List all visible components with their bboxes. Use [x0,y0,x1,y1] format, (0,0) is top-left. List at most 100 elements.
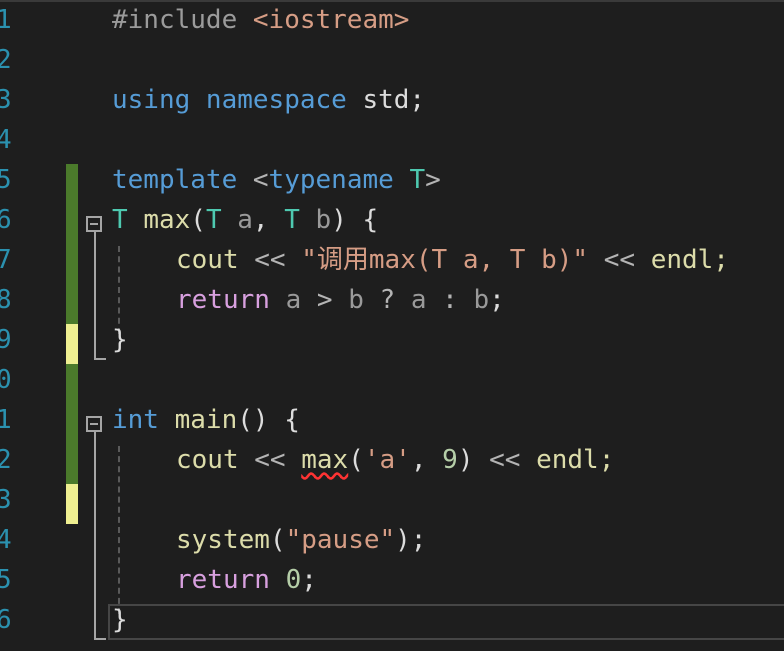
code-token: ) [457,445,490,475]
line-number: 6 [0,605,12,635]
code-line[interactable]: 2 cout << max('a', 9) << endl; [0,440,784,480]
code-token: namespace [205,85,363,115]
code-text: cout << "调用max(T a, T b)" << endl; [176,244,729,276]
code-token: b [473,285,490,315]
code-token: "调用max(T a, T b)" [301,245,589,275]
code-token: endl; [536,445,615,475]
code-line[interactable]: 1 int main() { [0,400,784,440]
line-number: 1 [0,405,12,435]
code-token: : [442,285,474,315]
line-number: 4 [0,125,12,155]
line-number: 5 [0,565,12,595]
code-token: typename [268,165,410,195]
code-token: std; [362,85,426,115]
code-token: << [254,245,302,275]
line-number: 8 [0,285,12,315]
code-token: a [410,285,443,315]
code-token: endl; [650,245,729,275]
code-token: } [112,605,128,635]
code-token: > [316,285,349,315]
code-line[interactable]: 0 [0,360,784,400]
line-number: 7 [0,245,12,275]
code-line[interactable]: 2 [0,40,784,80]
code-token: 9 [442,445,458,475]
code-token: a [237,205,253,235]
line-number: 4 [0,525,12,555]
code-token: ) { [331,205,379,235]
code-line[interactable]: 9} [0,320,784,360]
code-token: () { [237,405,300,435]
code-text: } [112,604,128,636]
line-number: 5 [0,165,12,195]
code-text: T max(T a, T b) { [112,204,378,236]
code-token: } [112,325,128,355]
code-token: using [112,85,206,115]
code-token: a [285,285,317,315]
code-line[interactable]: 7 cout << "调用max(T a, T b)" << endl; [0,240,784,280]
code-text: template <typename T> [112,164,441,196]
code-token: cout [176,245,255,275]
code-token: << [254,445,302,475]
code-token: ( [269,525,286,555]
code-text: using namespace std; [112,84,425,116]
code-token: T [112,205,144,235]
code-line[interactable]: 6} [0,600,784,640]
code-text: return a > b ? a : b; [176,284,505,316]
code-token: #include [112,5,253,35]
code-line[interactable]: 8 return a > b ? a : b; [0,280,784,320]
error-token: max [301,445,349,475]
code-token: int [112,405,175,435]
code-token: return [176,565,286,595]
code-token: << [489,445,537,475]
line-number: 2 [0,445,12,475]
code-token: << [588,245,651,275]
code-token: T [409,165,426,195]
code-line[interactable]: 6T max(T a, T b) { [0,200,784,240]
line-number: 9 [0,325,12,355]
code-token: ( [190,205,206,235]
code-token: "pause" [285,525,396,555]
code-line[interactable]: 4 system("pause"); [0,520,784,560]
line-number: 3 [0,485,12,515]
code-token: <iostream> [252,5,410,35]
code-editor[interactable]: 1 #include <iostream> 2 3 using namespace st… [0,0,784,651]
code-text: } [112,324,128,356]
code-token: ; [301,565,317,595]
code-text: #include <iostream> [112,4,409,36]
line-number: 1 [0,5,12,35]
code-token: b [315,205,332,235]
line-number: 6 [0,205,12,235]
code-token: cout [176,445,255,475]
code-token: b [348,285,380,315]
code-token: template [112,165,253,195]
code-text: system("pause"); [176,524,426,556]
code-line[interactable]: 3 using namespace std; [0,80,784,120]
code-line[interactable]: 3 [0,480,784,520]
code-token: ); [395,525,427,555]
code-line[interactable]: 5 template <typename T> [0,160,784,200]
code-token: < [252,165,269,195]
code-token: 0 [285,565,302,595]
line-number: 0 [0,365,12,395]
line-number: 3 [0,85,12,115]
code-token: ; [489,285,505,315]
code-line[interactable]: 5 return 0; [0,560,784,600]
line-number: 2 [0,45,12,75]
code-token: 'a' [363,445,411,475]
code-token: ( [348,445,364,475]
code-token: main [174,405,238,435]
code-token: T [284,205,316,235]
code-line[interactable]: 1 #include <iostream> [0,0,784,40]
code-token: return [176,285,286,315]
code-token: system [176,525,270,555]
code-text: return 0; [176,564,317,596]
code-token: , [252,205,285,235]
code-token: ? [379,285,411,315]
code-token: max [143,205,191,235]
code-line[interactable]: 4 [0,120,784,160]
code-token: > [425,165,441,195]
code-token: , [410,445,443,475]
code-token: T [205,205,238,235]
code-text: int main() { [112,404,300,436]
code-text: cout << max('a', 9) << endl; [176,444,614,476]
